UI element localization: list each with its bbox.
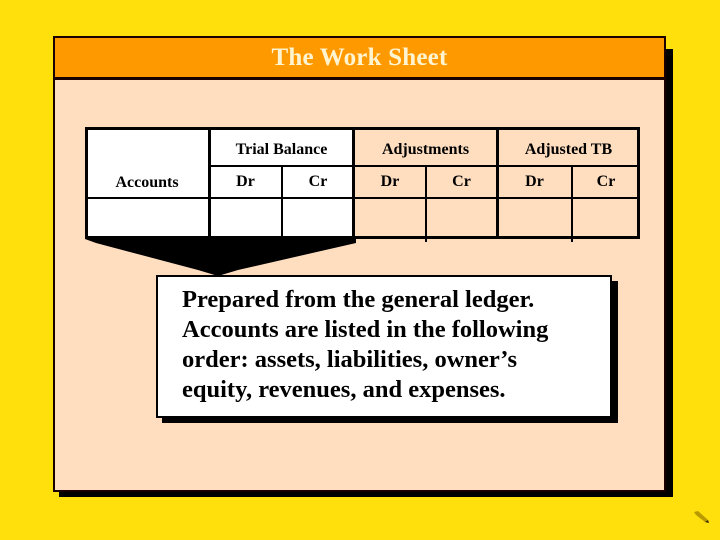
- grid-line: [496, 127, 499, 239]
- adjusted-tb-dr-header: Dr: [497, 166, 572, 198]
- accounts-header: Accounts: [85, 127, 209, 198]
- adjusted-tb-label: Adjusted TB: [524, 140, 613, 158]
- adjustments-cr-label: Cr: [452, 173, 471, 190]
- trial-balance-cr-label: Cr: [308, 173, 328, 190]
- adjustments-label: Adjustments: [381, 140, 470, 158]
- trial-balance-label: Trial Balance: [235, 140, 328, 158]
- adjusted-tb-header: Adjusted TB: [497, 127, 640, 166]
- adjustments-dr-label: Dr: [380, 173, 400, 190]
- adjustments-cr-header: Cr: [426, 166, 497, 198]
- callout-box: Prepared from the general ledger. Accoun…: [156, 275, 612, 418]
- callout-line: Prepared from the general ledger.: [182, 286, 535, 313]
- trial-balance-header: Trial Balance: [209, 127, 354, 166]
- adjusted-tb-dr-label: Dr: [525, 173, 544, 190]
- grid-line: [352, 127, 355, 239]
- grid-line: [85, 197, 640, 199]
- accounts-cell: [85, 198, 209, 239]
- pen-icon[interactable]: [692, 510, 712, 524]
- trial-balance-dr-label: Dr: [236, 173, 255, 190]
- adjusted-tb-cr-label: Cr: [596, 173, 616, 190]
- adjustments-dr-cell: [354, 198, 426, 239]
- callout-text: Prepared from the general ledger. Accoun…: [182, 285, 548, 405]
- worksheet-table: Accounts Trial Balance Dr Cr Adjustments…: [85, 127, 640, 242]
- slide-title: The Work Sheet: [271, 43, 448, 71]
- grid-line: [425, 166, 427, 242]
- adjustments-cr-cell: [426, 198, 497, 239]
- trial-balance-dr-header: Dr: [209, 166, 282, 198]
- trial-balance-cr-cell: [282, 198, 354, 239]
- adjusted-tb-cr-header: Cr: [572, 166, 640, 198]
- trial-balance-dr-cell: [209, 198, 282, 239]
- adjustments-dr-header: Dr: [354, 166, 426, 198]
- callout-line: order: assets, liabilities, owner’s: [182, 346, 517, 373]
- grid-line: [571, 166, 573, 242]
- adjusted-tb-dr-cell: [497, 198, 572, 239]
- grid-line: [281, 166, 283, 239]
- accounts-label: Accounts: [115, 173, 179, 191]
- callout-line: equity, revenues, and expenses.: [182, 376, 506, 403]
- grid-line: [208, 127, 211, 239]
- callout-line: Accounts are listed in the following: [182, 316, 549, 343]
- adjusted-tb-cr-cell: [572, 198, 640, 239]
- slide-panel: The Work Sheet: [53, 36, 666, 492]
- trial-balance-cr-header: Cr: [282, 166, 354, 198]
- adjustments-header: Adjustments: [354, 127, 497, 166]
- slide-header: The Work Sheet: [55, 38, 664, 80]
